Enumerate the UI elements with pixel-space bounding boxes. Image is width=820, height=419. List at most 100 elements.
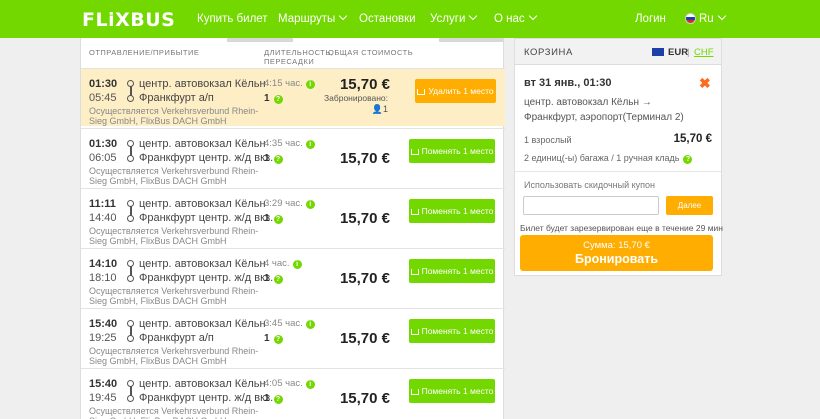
seat-count-value: 1: [382, 104, 388, 114]
cart-icon: [410, 389, 419, 395]
nav-about-label: О нас: [494, 13, 525, 25]
trip-duration: 4:15 час. i: [264, 78, 315, 89]
cart-icon: [410, 269, 419, 275]
question-icon[interactable]: ?: [273, 155, 283, 164]
arrival-station: Франкфурт центр. ж/д вкз.: [139, 152, 274, 164]
trip-row: 15:40 19:45 центр. автовокзал Кёльн Фран…: [81, 368, 505, 419]
nav-buy-ticket[interactable]: Купить билет: [197, 13, 268, 25]
coupon-next-button[interactable]: Далее: [666, 196, 713, 215]
operator-text: Осуществляется Verkehrsverbund Rhein-Sie…: [89, 346, 259, 366]
question-icon[interactable]: ?: [273, 395, 283, 404]
baggage-text: 2 единиц(-ы) багажа / 1 ручная кладь: [524, 153, 680, 163]
transfer-count: 1: [264, 153, 270, 164]
info-icon[interactable]: i: [305, 320, 315, 329]
change-seat-button[interactable]: Поменять 1 место: [409, 259, 495, 283]
trip-row: 14:10 18:10 центр. автовокзал Кёльн Фран…: [81, 248, 505, 306]
tab-indicator: [227, 38, 293, 42]
departure-station: центр. автовокзал Кёльн: [139, 138, 266, 150]
trip-price: 15,70 €: [339, 150, 390, 167]
eu-flag-icon: [652, 48, 664, 56]
language-selector[interactable]: Ru: [685, 11, 726, 25]
info-icon[interactable]: i: [305, 380, 315, 389]
transfers: 1?: [264, 213, 283, 224]
trip-price: 15,70 €: [339, 270, 390, 287]
arrival-time: 19:45: [89, 392, 117, 404]
cart-icon: [417, 89, 426, 95]
nav-stops[interactable]: Остановки: [359, 13, 416, 25]
trip-results-panel: ОТПРАВЛЕНИЕ/ПРИБЫТИЕ ДЛИТЕЛЬНОСТЬ, ПЕРЕС…: [80, 38, 505, 419]
info-icon[interactable]: i: [305, 140, 315, 149]
divider: [515, 171, 721, 172]
remove-seat-button[interactable]: Удалить 1 место: [415, 79, 496, 103]
transfers: 1?: [264, 393, 283, 404]
arrival-time: 19:25: [89, 332, 117, 344]
chevron-down-icon: [339, 11, 348, 21]
change-seat-button[interactable]: Поменять 1 место: [409, 199, 495, 223]
book-total: Сумма: 15,70 €: [583, 240, 650, 251]
change-seat-button[interactable]: Поменять 1 место: [409, 379, 495, 403]
transfer-count: 1: [264, 213, 270, 224]
operator-text: Осуществляется Verkehrsverbund Rhein-Sie…: [89, 106, 259, 126]
trip-duration: 4:05 час. i: [264, 378, 315, 389]
transfers: 1?: [264, 273, 283, 284]
remove-trip-icon[interactable]: ✖: [699, 75, 711, 92]
cart-trip-date: вт 31 янв., 01:30: [524, 77, 612, 89]
tab-indicator: [439, 38, 503, 42]
transfer-count: 1: [264, 333, 270, 344]
departure-station: центр. автовокзал Кёльн: [139, 198, 266, 210]
change-seat-label: Поменять 1 место: [421, 146, 494, 156]
nav-routes[interactable]: Маршруты: [278, 11, 348, 25]
flixbus-logo[interactable]: FLiXBUS: [82, 9, 175, 31]
route-line-icon: [126, 260, 135, 284]
change-seat-button[interactable]: Поменять 1 место: [409, 139, 495, 163]
currency-separator: |: [687, 47, 690, 58]
duration-value: 4:05 час.: [264, 378, 303, 389]
currency-chf[interactable]: CHF: [694, 47, 714, 58]
operator-text: Осуществляется Verkehrsverbund Rhein-Sie…: [89, 406, 259, 419]
cart-icon: [410, 329, 419, 335]
coupon-input[interactable]: [523, 196, 659, 215]
question-icon[interactable]: ?: [273, 95, 283, 104]
trip-row-selected: 01:30 05:45 центр. автовокзал Кёльн Фран…: [81, 68, 505, 126]
question-icon[interactable]: ?: [683, 155, 693, 164]
arrival-station: Франкфурт центр. ж/д вкз.: [139, 212, 274, 224]
trip-row: 15:40 19:25 центр. автовокзал Кёльн Фран…: [81, 308, 505, 366]
arrival-time: 05:45: [89, 92, 117, 104]
route-line-icon: [126, 140, 135, 164]
trip-duration: 3:45 час. i: [264, 318, 315, 329]
change-seat-button[interactable]: Поменять 1 место: [409, 319, 495, 343]
departure-station: центр. автовокзал Кёльн: [139, 318, 266, 330]
operator-text: Осуществляется Verkehrsverbund Rhein-Sie…: [89, 286, 259, 306]
change-seat-label: Поменять 1 место: [421, 266, 494, 276]
trip-price: 15,70 €: [339, 76, 390, 93]
transfer-count: 1: [264, 393, 270, 404]
info-icon[interactable]: i: [305, 80, 315, 89]
passenger-price: 15,70 €: [673, 133, 712, 145]
cart-icon: [410, 149, 419, 155]
departure-station: центр. автовокзал Кёльн: [139, 78, 266, 90]
question-icon[interactable]: ?: [273, 275, 283, 284]
operator-text: Осуществляется Verkehrsverbund Rhein-Sie…: [89, 166, 259, 186]
cart-icon: [410, 209, 419, 215]
nav-routes-label: Маршруты: [278, 13, 336, 25]
change-seat-label: Поменять 1 место: [421, 206, 494, 216]
book-button[interactable]: Сумма: 15,70 € Бронировать: [520, 235, 713, 271]
change-seat-label: Поменять 1 место: [421, 386, 494, 396]
departure-time: 11:11: [89, 198, 116, 210]
currency-eur[interactable]: EUR: [668, 47, 688, 58]
question-icon[interactable]: ?: [273, 335, 283, 344]
info-icon[interactable]: i: [305, 200, 315, 209]
transfer-count: 1: [264, 93, 270, 104]
route-line-icon: [126, 380, 135, 404]
departure-time: 15:40: [89, 318, 118, 330]
route-line-icon: [126, 320, 135, 344]
question-icon[interactable]: ?: [273, 215, 283, 224]
info-icon[interactable]: i: [292, 260, 302, 269]
cart-header: КОРЗИНА EUR | CHF: [515, 39, 721, 65]
trip-duration: 4 час. i: [264, 258, 302, 269]
login-link[interactable]: Логин: [635, 13, 666, 25]
reservation-hold-note: Билет будет зарезервирован еще в течение…: [520, 223, 723, 233]
trip-price: 15,70 €: [339, 390, 390, 407]
nav-about[interactable]: О нас: [494, 11, 537, 25]
nav-services[interactable]: Услуги: [430, 11, 478, 25]
